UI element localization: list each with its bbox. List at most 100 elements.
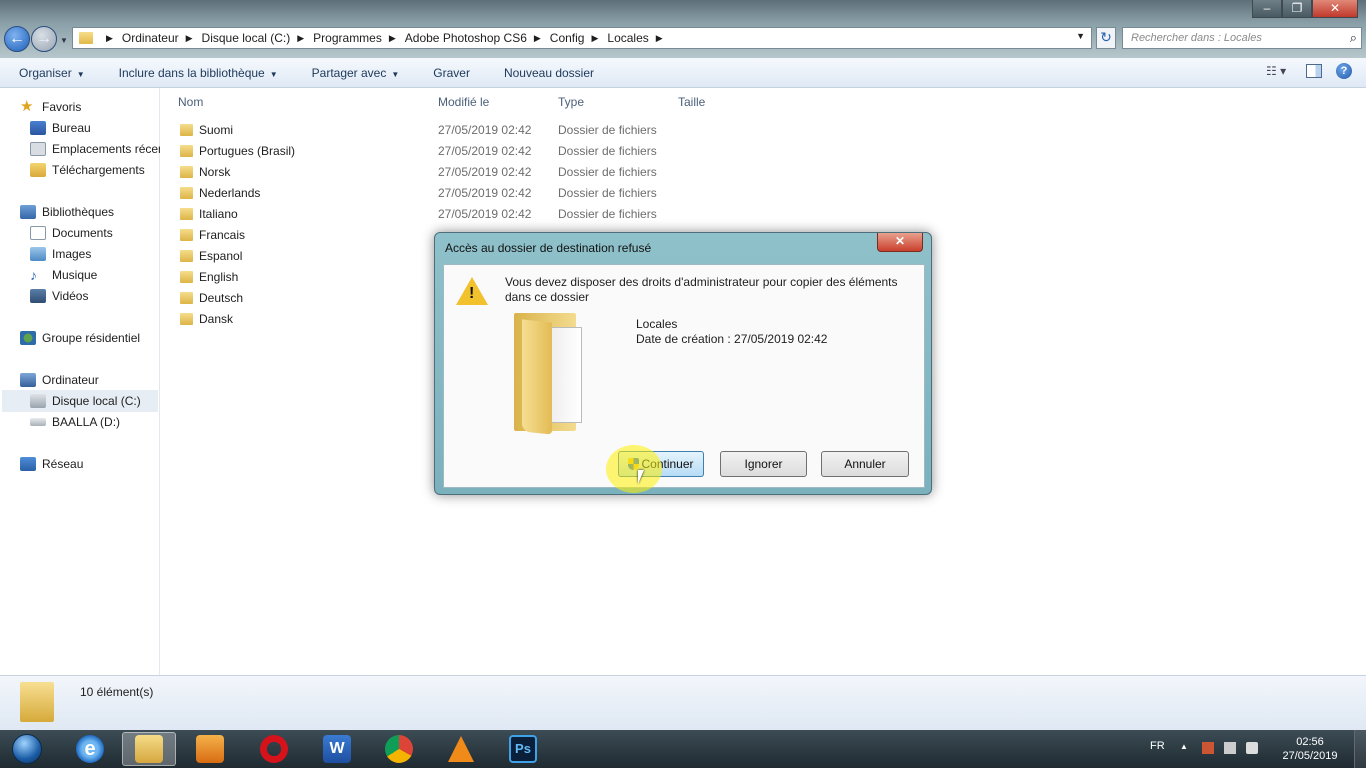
breadcrumb-item[interactable]: Locales (607, 31, 648, 45)
sidebar-item-desktop[interactable]: Bureau (30, 121, 91, 135)
start-button[interactable] (4, 730, 48, 768)
file-date: 27/05/2019 02:42 (438, 164, 532, 179)
search-input[interactable]: Rechercher dans : Locales ⌕ (1122, 27, 1362, 49)
sidebar-item-label: Disque local (C:) (52, 394, 141, 408)
sidebar-item-pictures[interactable]: Images (30, 247, 91, 261)
status-bar: 10 élément(s) (0, 675, 1366, 730)
taskbar-internet-explorer[interactable]: e (63, 732, 117, 766)
internet-explorer-icon: e (76, 735, 104, 763)
file-row[interactable]: Suomi 27/05/2019 02:42 Dossier de fichiers (170, 119, 690, 140)
sidebar-item-local-disk[interactable]: Disque local (C:) (2, 390, 158, 412)
navigation-pane: ★ Favoris Bureau Emplacements récents Tél… (0, 88, 160, 675)
chevron-right-icon: ▶ (106, 32, 113, 43)
sidebar-item-libraries[interactable]: Bibliothèques (20, 205, 114, 219)
folder-icon (180, 207, 193, 220)
breadcrumb-item[interactable]: Disque local (C:) (202, 31, 291, 45)
network-status-icon[interactable] (1224, 742, 1236, 754)
taskbar-opera[interactable] (247, 732, 301, 766)
sidebar-item-label: Téléchargements (52, 163, 145, 177)
breadcrumb-item[interactable]: Ordinateur (122, 31, 179, 45)
organize-menu[interactable]: Organiser ▼ (0, 66, 100, 80)
close-button[interactable]: ✕ (1312, 0, 1358, 18)
taskbar-word[interactable]: W (310, 732, 364, 766)
file-type: Dossier de fichiers (558, 143, 657, 158)
sidebar-item-videos[interactable]: Vidéos (30, 289, 88, 303)
include-library-label: Inclure dans la bibliothèque (118, 65, 265, 80)
breadcrumb-item[interactable]: Config (550, 31, 585, 45)
vlc-icon (448, 736, 474, 762)
show-desktop-button[interactable] (1354, 730, 1366, 768)
share-with-menu[interactable]: Partager avec ▼ (293, 66, 415, 80)
forward-button[interactable]: → (31, 26, 57, 52)
file-row[interactable]: Nederlands 27/05/2019 02:42 Dossier de fic… (170, 182, 690, 203)
clock-date: 27/05/2019 (1282, 750, 1338, 762)
file-row[interactable]: Italiano 27/05/2019 02:42 Dossier de fichi… (170, 203, 690, 224)
preview-pane-icon[interactable] (1306, 64, 1322, 78)
taskbar-vlc[interactable] (434, 732, 488, 766)
sidebar-item-favorites[interactable]: ★ Favoris (20, 98, 81, 115)
breadcrumb-item[interactable]: Programmes (313, 31, 382, 45)
chevron-right-icon: ▶ (297, 32, 305, 43)
view-options-icon[interactable]: ☷ ▾ (1266, 64, 1292, 78)
video-icon (30, 289, 46, 303)
back-button[interactable]: ← (4, 26, 30, 52)
recent-pages-dropdown[interactable]: ▼ (60, 36, 68, 45)
dialog-close-button[interactable]: ✕ (877, 233, 923, 252)
folder-icon (180, 270, 193, 283)
address-bar[interactable]: ▶ Ordinateur ▶ Disque local (C:) ▶ Progr… (72, 27, 1092, 49)
address-dropdown-icon[interactable]: ▼ (1076, 31, 1085, 41)
file-name: Italiano (199, 206, 238, 221)
clock[interactable]: 02:56 27/05/2019 (1280, 735, 1340, 763)
star-icon: ★ (20, 98, 34, 115)
document-icon (30, 226, 46, 240)
new-folder-button[interactable]: Nouveau dossier (485, 66, 609, 80)
sidebar-item-recent-places[interactable]: Emplacements récents (30, 142, 160, 156)
column-header-size[interactable]: Taille (678, 95, 705, 109)
libraries-icon (20, 205, 36, 219)
dialog-title: Accès au dossier de destination refusé (445, 241, 652, 255)
file-name: Espanol (199, 248, 243, 263)
desktop-icon (30, 121, 46, 135)
item-count: 10 élément(s) (80, 685, 154, 699)
help-icon[interactable]: ? (1336, 63, 1352, 79)
taskbar-media-player[interactable] (183, 732, 237, 766)
refresh-button[interactable]: ↻ (1096, 27, 1116, 49)
sidebar-item-label: Documents (52, 226, 113, 240)
file-explorer-icon (135, 735, 163, 763)
taskbar-chrome[interactable] (372, 732, 426, 766)
show-hidden-icons-icon[interactable]: ▲ (1180, 742, 1188, 751)
window-controls: ‒ ❐ ✕ (1252, 0, 1358, 18)
sidebar-item-music[interactable]: ♪ Musique (30, 268, 97, 282)
sidebar-item-label: Bibliothèques (42, 205, 115, 219)
column-header-name[interactable]: Nom (178, 95, 203, 109)
sidebar-item-homegroup[interactable]: Groupe résidentiel (20, 331, 140, 345)
sidebar-item-documents[interactable]: Documents (30, 226, 113, 240)
minimize-button[interactable]: ‒ (1252, 0, 1282, 18)
taskbar-explorer[interactable] (122, 732, 176, 766)
taskbar-photoshop[interactable]: Ps (496, 732, 550, 766)
maximize-button[interactable]: ❐ (1282, 0, 1312, 18)
sidebar-item-downloads[interactable]: Téléchargements (30, 163, 145, 177)
folder-icon (180, 165, 193, 178)
creation-date: Date de création : 27/05/2019 02:42 (636, 332, 828, 346)
cancel-button[interactable]: Annuler (821, 451, 909, 477)
language-indicator[interactable]: FR (1150, 740, 1165, 752)
sidebar-item-label: Vidéos (52, 289, 89, 303)
include-library-menu[interactable]: Inclure dans la bibliothèque ▼ (100, 66, 293, 80)
sidebar-item-drive-d[interactable]: BAALLA (D:) (30, 415, 120, 429)
column-header-type[interactable]: Type (558, 95, 584, 109)
file-name: Nederlands (199, 185, 261, 200)
file-name: Norsk (199, 164, 231, 179)
file-row[interactable]: Portugues (Brasil) 27/05/2019 02:42 Dossie… (170, 140, 690, 161)
breadcrumb-item[interactable]: Adobe Photoshop CS6 (405, 31, 527, 45)
volume-icon[interactable] (1246, 742, 1258, 754)
folder-icon (180, 144, 193, 157)
file-type: Dossier de fichiers (558, 206, 657, 221)
ignore-button[interactable]: Ignorer (720, 451, 807, 477)
flag-icon[interactable] (1202, 742, 1214, 754)
sidebar-item-computer[interactable]: Ordinateur (20, 373, 99, 387)
burn-button[interactable]: Graver (414, 66, 485, 80)
sidebar-item-network[interactable]: Réseau (20, 457, 83, 471)
column-header-modified[interactable]: Modifié le (438, 95, 489, 109)
file-row[interactable]: Norsk 27/05/2019 02:42 Dossier de fichiers (170, 161, 690, 182)
